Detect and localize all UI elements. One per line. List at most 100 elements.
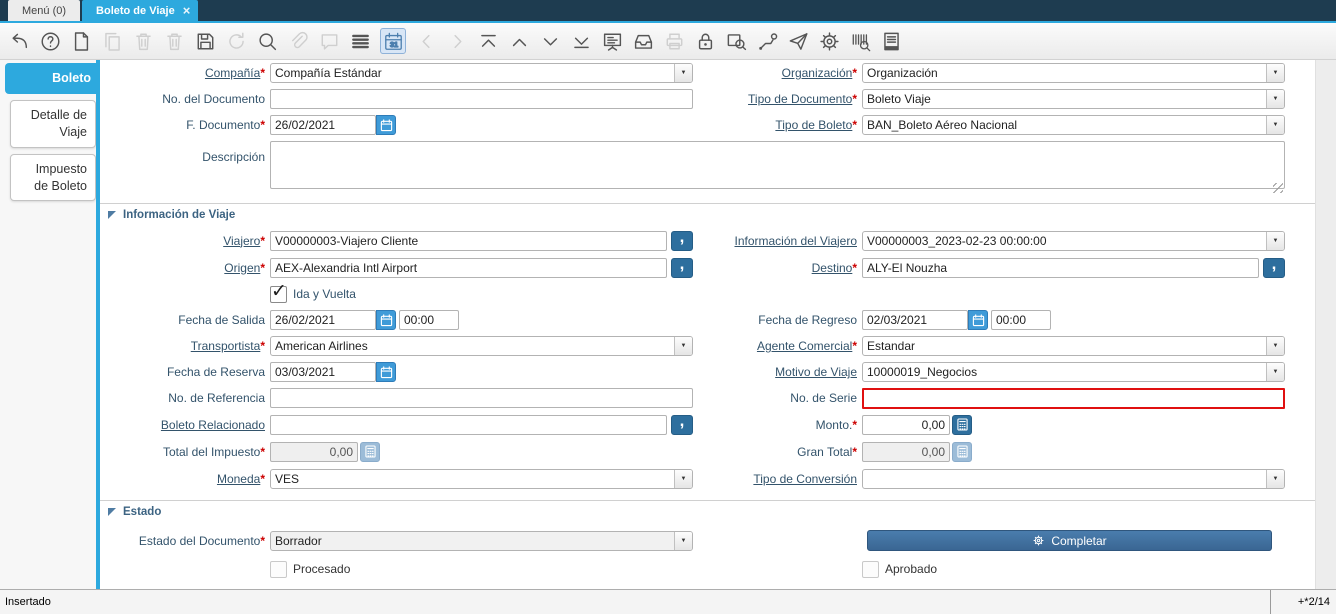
estado-documento-input[interactable] bbox=[271, 531, 674, 550]
chevron-down-icon[interactable]: ▼ bbox=[674, 337, 692, 355]
undo-icon[interactable] bbox=[8, 30, 30, 52]
moneda-combo[interactable]: ▼ bbox=[270, 468, 693, 489]
tipo-documento-input[interactable] bbox=[863, 90, 1266, 108]
tipo-boleto-input[interactable] bbox=[863, 116, 1266, 134]
transportista-label[interactable]: Transportista* bbox=[100, 339, 265, 353]
section-estado[interactable]: Estado bbox=[100, 500, 1315, 521]
sidebar-tab-boleto[interactable]: Boleto bbox=[5, 63, 100, 94]
preference-icon[interactable] bbox=[818, 30, 840, 52]
scroll-gutter[interactable] bbox=[1315, 60, 1336, 589]
fecha-regreso-input[interactable] bbox=[862, 310, 968, 330]
new-record-icon[interactable] bbox=[70, 30, 92, 52]
chevron-down-icon[interactable]: ▼ bbox=[674, 64, 692, 82]
chevron-down-icon[interactable]: ▼ bbox=[674, 531, 692, 550]
previous-record-icon[interactable] bbox=[508, 30, 530, 52]
agente-comercial-input[interactable] bbox=[863, 337, 1266, 355]
resize-handle[interactable] bbox=[1273, 183, 1283, 193]
organizacion-combo[interactable]: ▼ bbox=[862, 63, 1285, 83]
tab-menu[interactable]: Menú (0) bbox=[8, 0, 81, 21]
estado-documento-combo[interactable]: ▼ bbox=[270, 530, 693, 551]
section-informacion-de-viaje[interactable]: Información de Viaje bbox=[100, 203, 1315, 224]
sidebar-tab-detalle-de-viaje[interactable]: Detalle de Viaje bbox=[10, 99, 96, 148]
workflow-icon[interactable] bbox=[756, 30, 778, 52]
record-lookup-icon[interactable]: , bbox=[671, 228, 693, 251]
informacion-viajero-combo[interactable]: ▼ bbox=[862, 230, 1285, 251]
fecha-salida-input[interactable] bbox=[270, 310, 376, 330]
sidebar-tab-impuesto-de-boleto[interactable]: Impuesto de Boleto bbox=[10, 153, 96, 202]
tipo-conversion-label[interactable]: Tipo de Conversión bbox=[693, 472, 857, 486]
chevron-down-icon[interactable]: ▼ bbox=[1266, 116, 1284, 134]
calendar-picker-icon[interactable] bbox=[376, 115, 396, 135]
find-icon[interactable] bbox=[256, 30, 278, 52]
chevron-down-icon[interactable]: ▼ bbox=[1266, 337, 1284, 355]
grid-toggle-icon[interactable] bbox=[349, 30, 371, 52]
calendar-picker-icon[interactable] bbox=[376, 362, 396, 382]
calculator-icon[interactable] bbox=[952, 414, 972, 435]
organizacion-label[interactable]: Organización* bbox=[693, 66, 857, 80]
aprobado-checkbox[interactable] bbox=[862, 560, 879, 578]
calendar-picker-icon[interactable] bbox=[376, 310, 396, 330]
compania-input[interactable] bbox=[271, 64, 674, 82]
moneda-input[interactable] bbox=[271, 469, 674, 488]
collapse-triangle-icon[interactable] bbox=[108, 211, 116, 219]
save-icon[interactable] bbox=[194, 30, 216, 52]
tipo-conversion-combo[interactable]: ▼ bbox=[862, 468, 1285, 489]
calendar-icon[interactable]: 31 bbox=[380, 28, 406, 54]
procesado-checkbox[interactable] bbox=[270, 560, 287, 578]
close-tab-icon[interactable]: × bbox=[183, 4, 191, 17]
motivo-viaje-label[interactable]: Motivo de Viaje bbox=[693, 365, 857, 379]
boleto-relacionado-input[interactable] bbox=[270, 414, 667, 435]
compania-combo[interactable]: ▼ bbox=[270, 63, 693, 83]
motivo-viaje-input[interactable] bbox=[863, 363, 1266, 381]
organizacion-input[interactable] bbox=[863, 64, 1266, 82]
origen-label[interactable]: Origen* bbox=[100, 261, 265, 275]
compania-label[interactable]: Compañía* bbox=[100, 66, 265, 80]
tipo-documento-combo[interactable]: ▼ bbox=[862, 89, 1285, 109]
last-record-icon[interactable] bbox=[570, 30, 592, 52]
chevron-down-icon[interactable]: ▼ bbox=[1266, 469, 1284, 488]
descripcion-textarea[interactable] bbox=[270, 141, 1285, 189]
informacion-viajero-input[interactable] bbox=[863, 231, 1266, 250]
chevron-down-icon[interactable]: ▼ bbox=[1266, 90, 1284, 108]
agente-comercial-combo[interactable]: ▼ bbox=[862, 336, 1285, 356]
tipo-boleto-combo[interactable]: ▼ bbox=[862, 115, 1285, 135]
tipo-conversion-input[interactable] bbox=[863, 469, 1266, 488]
viajero-label[interactable]: Viajero* bbox=[100, 234, 265, 248]
chevron-down-icon[interactable]: ▼ bbox=[674, 469, 692, 488]
chevron-down-icon[interactable]: ▼ bbox=[1266, 64, 1284, 82]
next-record-icon[interactable] bbox=[539, 30, 561, 52]
chevron-down-icon[interactable]: ▼ bbox=[1266, 231, 1284, 250]
no-referencia-input[interactable] bbox=[270, 388, 693, 408]
hora-salida-input[interactable] bbox=[399, 310, 459, 330]
transportista-input[interactable] bbox=[271, 337, 674, 355]
monto-input[interactable] bbox=[862, 414, 950, 435]
help-icon[interactable] bbox=[39, 30, 61, 52]
origen-input[interactable] bbox=[270, 257, 667, 278]
destino-input[interactable] bbox=[862, 257, 1259, 278]
informacion-viajero-label[interactable]: Información del Viajero bbox=[693, 234, 857, 248]
report-icon[interactable] bbox=[601, 30, 623, 52]
lock-icon[interactable] bbox=[694, 30, 716, 52]
destino-label[interactable]: Destino* bbox=[693, 261, 857, 275]
ida-y-vuelta-checkbox[interactable] bbox=[270, 280, 287, 303]
completar-button[interactable]: Completar bbox=[867, 530, 1272, 551]
send-icon[interactable] bbox=[787, 30, 809, 52]
motivo-viaje-combo[interactable]: ▼ bbox=[862, 362, 1285, 382]
record-lookup-icon[interactable]: , bbox=[671, 255, 693, 278]
tab-boleto-de-viaje[interactable]: Boleto de Viaje × bbox=[82, 0, 199, 21]
zoom-across-icon[interactable] bbox=[725, 30, 747, 52]
barcode-icon[interactable] bbox=[849, 30, 871, 52]
chevron-down-icon[interactable]: ▼ bbox=[1266, 363, 1284, 381]
document-report-icon[interactable] bbox=[880, 30, 902, 52]
record-lookup-icon[interactable]: , bbox=[1263, 255, 1285, 278]
collapse-triangle-icon[interactable] bbox=[108, 508, 116, 516]
transportista-combo[interactable]: ▼ bbox=[270, 336, 693, 356]
no-serie-input[interactable] bbox=[862, 387, 1285, 409]
no-documento-input[interactable] bbox=[270, 89, 693, 109]
tipo-boleto-label[interactable]: Tipo de Boleto* bbox=[693, 118, 857, 132]
agente-comercial-label[interactable]: Agente Comercial* bbox=[693, 339, 857, 353]
hora-regreso-input[interactable] bbox=[991, 310, 1051, 330]
record-lookup-icon[interactable]: , bbox=[671, 412, 693, 435]
f-documento-input[interactable] bbox=[270, 115, 376, 135]
fecha-reserva-input[interactable] bbox=[270, 362, 376, 382]
